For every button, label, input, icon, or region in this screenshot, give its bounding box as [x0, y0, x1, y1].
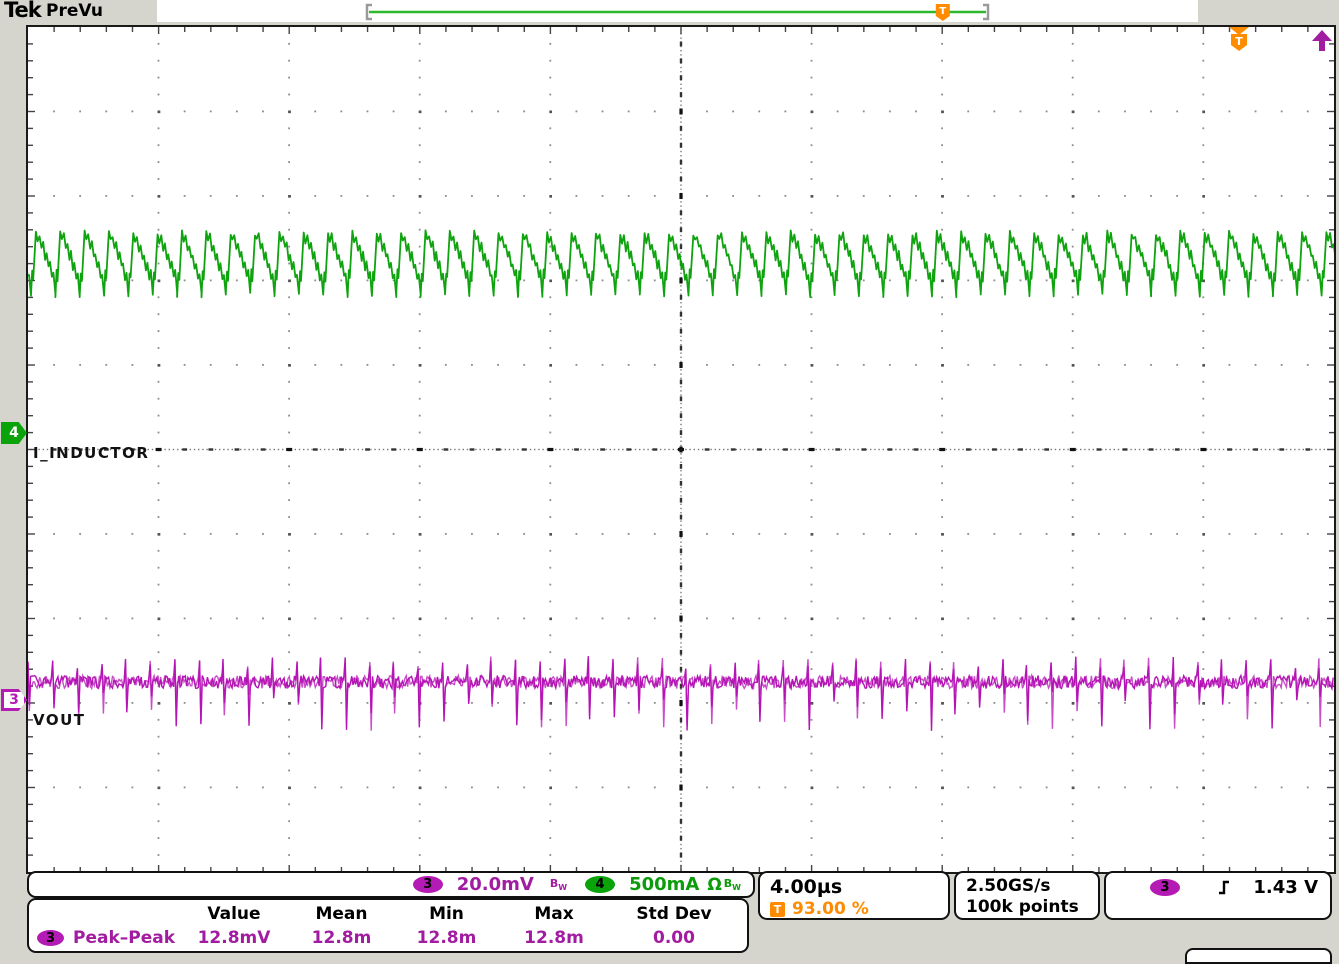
timebase-scale: 4.00µs [770, 876, 843, 898]
ch3-position-marker: 3 [1, 689, 27, 711]
trigger-level-readout: 1.43 V [1253, 876, 1318, 898]
ch3-waveform-label: VOUT [33, 711, 86, 729]
top-status-strip: Tek PreVu T [0, 0, 1339, 23]
ch3-badge: 3 [412, 876, 443, 893]
record-length: 100k points [966, 897, 1079, 917]
ch3-trigger-level-offscale-arrow [1312, 30, 1332, 51]
graticule: I_INDUCTOR VOUT T [26, 25, 1336, 874]
measurement-row: 3 Peak–Peak 12.8mV 12.8m 12.8m 12.8m 0.0… [29, 926, 747, 950]
record-trigger-position-flag: T [935, 4, 950, 21]
measurement-stddev: 0.00 [653, 928, 695, 948]
record-view-bar: T [365, 3, 990, 21]
trigger-source-badge: 3 [1150, 878, 1180, 896]
col-header-max: Max [534, 904, 574, 924]
acquisition-mode-label: PreVu [46, 1, 104, 21]
ch4-waveform-label: I_INDUCTOR [33, 444, 150, 462]
measurement-max: 12.8m [524, 928, 584, 948]
acquisition-readout-panel: 2.50GS/s 100k points [954, 871, 1100, 920]
ch3-bandwidth-limit-icon: BW [549, 877, 568, 892]
col-header-min: Min [429, 904, 464, 924]
waveform-display [28, 27, 1334, 872]
partial-panel-bottom-right [1185, 948, 1332, 964]
ch4-scale-readout: 500mA [629, 874, 700, 895]
ch4-impedance-icon: Ω [707, 874, 722, 895]
measurement-min: 12.8m [416, 928, 477, 948]
trigger-position-percent: 93.00 % [792, 899, 869, 919]
trigger-readout-panel: 3 1.43 V [1104, 871, 1332, 920]
ch4-bandwidth-limit-icon: BW [723, 877, 741, 892]
measurement-value: 12.8mV [197, 928, 271, 948]
col-header-value: Value [207, 904, 261, 924]
channel-scale-readout-panel: 3 20.0mV BW 4 500mA Ω BW [27, 871, 755, 898]
col-header-stddev: Std Dev [636, 904, 712, 924]
measurement-panel: Value Mean Min Max Std Dev 3 Peak–Peak 1… [27, 898, 749, 953]
ch4-badge: 4 [585, 876, 616, 893]
trigger-position-letter: T [1235, 35, 1243, 48]
trigger-position-arrow [1229, 27, 1249, 35]
measurement-source-badge: 3 [37, 930, 64, 946]
measurement-mean: 12.8m [311, 928, 372, 948]
ch4-position-marker: 4 [1, 422, 27, 444]
brand-logo: Tek [4, 0, 42, 22]
timebase-readout-panel: 4.00µs T 93.00 % [758, 871, 950, 920]
col-header-mean: Mean [315, 904, 368, 924]
sample-rate: 2.50GS/s [966, 876, 1051, 896]
trigger-position-icon: T [770, 901, 785, 917]
trigger-position-marker: T [1229, 27, 1249, 51]
ch3-scale-readout: 20.0mV [456, 874, 534, 895]
measurement-name: Peak–Peak [73, 928, 176, 948]
trigger-flag-letter: T [939, 6, 946, 17]
measurement-header-row: Value Mean Min Max Std Dev [29, 902, 747, 926]
rising-edge-icon [1219, 880, 1229, 894]
